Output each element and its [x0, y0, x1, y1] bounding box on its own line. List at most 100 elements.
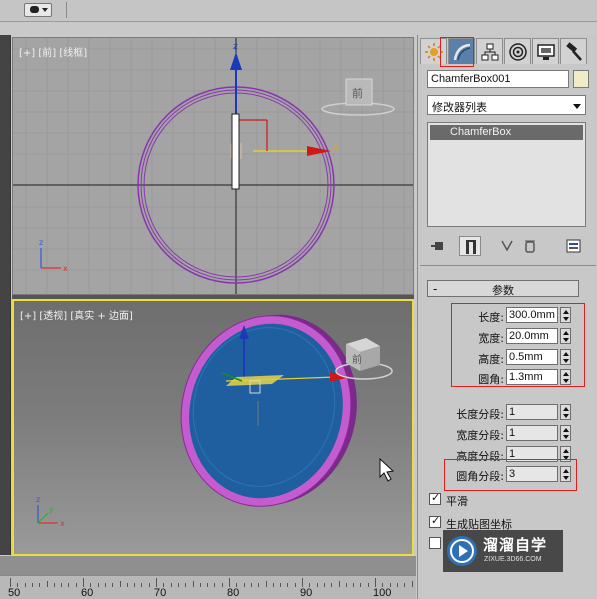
ruler-tick	[112, 583, 114, 587]
watermark-url: ZIXUE.3D66.COM	[484, 556, 542, 563]
length-segs-spinner[interactable]	[560, 404, 571, 420]
length-field[interactable]: 300.0mm	[506, 307, 558, 323]
fillet-field[interactable]: 1.3mm	[506, 369, 558, 385]
param-row-height-segs: 高度分段: 1	[418, 446, 597, 464]
param-row-fillet: 圆角: 1.3mm	[418, 369, 597, 387]
ruler-tick	[126, 583, 128, 587]
ruler-tick	[53, 583, 55, 587]
ruler-tick	[302, 578, 303, 587]
fillet-spinner[interactable]	[560, 369, 571, 385]
ruler-number: 100	[373, 587, 392, 599]
height-segs-spinner[interactable]	[560, 446, 571, 462]
viewport-label-perspective[interactable]: [+] [透视] [真实 + 边面]	[20, 307, 133, 322]
spinner-up-icon	[563, 331, 569, 335]
object-color-swatch[interactable]	[573, 70, 589, 88]
chevron-down-icon	[573, 104, 581, 109]
ruler-tick	[148, 583, 150, 587]
axis-y-label: y	[49, 505, 54, 514]
viewport-front-wireframe[interactable]: z x 前 z x [+] [前] [线框]	[12, 37, 414, 295]
gen-mapping-checkbox-row[interactable]: 生成贴图坐标	[429, 514, 597, 531]
tab-modify[interactable]	[448, 38, 475, 64]
length-segs-field[interactable]: 1	[506, 404, 558, 420]
viewport-label-front[interactable]: [+] [前] [线框]	[19, 44, 87, 59]
param-label: 长度:	[478, 311, 504, 324]
param-label: 圆角分段:	[456, 470, 504, 483]
utilities-hammer-icon	[566, 42, 582, 61]
snap-dropdown-button[interactable]	[24, 3, 52, 17]
param-label: 高度:	[478, 353, 504, 366]
ruler-number: 50	[8, 587, 21, 599]
axis-tripod: z x	[39, 238, 68, 273]
height-field[interactable]: 0.5mm	[506, 349, 558, 365]
height-spinner[interactable]	[560, 349, 571, 365]
viewport-perspective[interactable]: 前 z x y [+] [透视] [真实 + 边面]	[12, 299, 414, 556]
object-name-field[interactable]: ChamferBox001	[427, 70, 569, 88]
tab-utilities[interactable]	[560, 38, 587, 64]
gen-mapping-checkbox[interactable]	[429, 514, 441, 528]
spinner-up-icon	[563, 407, 569, 411]
remove-modifier-button[interactable]	[519, 236, 541, 256]
ruler-tick	[134, 583, 136, 587]
tab-hierarchy[interactable]	[476, 38, 503, 64]
ruler-tick	[192, 581, 194, 587]
tab-create[interactable]	[420, 38, 447, 64]
make-unique-icon	[501, 240, 513, 252]
ruler-tick	[294, 583, 296, 587]
width-field[interactable]: 20.0mm	[506, 328, 558, 344]
spinner-up-icon	[563, 352, 569, 356]
move-gizmo[interactable]: z x	[230, 42, 339, 190]
pin-stack-button[interactable]	[427, 236, 449, 256]
ruler-tick	[250, 583, 252, 587]
ruler-tick	[199, 583, 201, 587]
perspective-viewport-scene: 前 z x y	[36, 301, 395, 528]
command-panel: ChamferBox001 修改器列表 ChamferBox - 参数 长度: …	[417, 35, 597, 599]
axis-z-label: z	[36, 495, 40, 504]
width-segs-field[interactable]: 1	[506, 425, 558, 441]
modifier-list-dropdown[interactable]: 修改器列表	[427, 95, 586, 115]
fillet-segs-spinner[interactable]	[560, 466, 571, 482]
track-bar-ruler[interactable]: 50 60 70 80 90 100	[0, 575, 416, 599]
length-spinner[interactable]	[560, 307, 571, 323]
ruler-tick	[39, 583, 41, 587]
dropdown-glyph-icon	[30, 6, 39, 13]
time-slider[interactable]	[0, 556, 416, 575]
smooth-checkbox[interactable]	[429, 491, 441, 505]
stack-toolbar	[427, 236, 586, 256]
ruler-tick	[375, 578, 376, 587]
modifier-stack[interactable]: ChamferBox	[427, 122, 586, 227]
param-row-width: 宽度: 20.0mm	[418, 328, 597, 346]
rollout-title: 参数	[492, 284, 514, 297]
param-label: 宽度:	[478, 332, 504, 345]
top-toolbar	[0, 0, 597, 22]
make-unique-button[interactable]	[497, 236, 519, 256]
height-segs-field[interactable]: 1	[506, 446, 558, 462]
viewcube-face-label: 前	[352, 86, 363, 100]
axis-x-label: x	[60, 519, 65, 528]
param-label: 宽度分段:	[456, 429, 504, 442]
ruler-tick	[323, 583, 325, 587]
ruler-tick	[104, 583, 106, 587]
tab-display[interactable]	[532, 38, 559, 64]
modify-arc-icon	[453, 43, 471, 61]
chamferbox-shaded[interactable]	[160, 301, 378, 525]
width-spinner[interactable]	[560, 328, 571, 344]
pin-icon	[431, 242, 443, 250]
axis-z-label: z	[39, 238, 43, 247]
end-result-icon	[466, 240, 476, 254]
width-segs-spinner[interactable]	[560, 425, 571, 441]
mouse-cursor	[379, 457, 395, 482]
stack-item-chamferbox[interactable]: ChamferBox	[430, 125, 583, 140]
ruler-tick	[367, 583, 369, 587]
gizmo-z-label: z	[233, 42, 238, 52]
tab-motion[interactable]	[504, 38, 531, 64]
smooth-checkbox-row[interactable]: 平滑	[429, 491, 597, 508]
parameters-rollout-header[interactable]: - 参数	[427, 280, 579, 297]
spinner-down-icon	[563, 435, 569, 439]
spinner-down-icon	[563, 414, 569, 418]
extra-checkbox[interactable]	[429, 537, 441, 549]
ruler-tick	[411, 581, 413, 587]
trash-icon	[525, 240, 535, 253]
fillet-segs-field[interactable]: 3	[506, 466, 558, 482]
configure-sets-button[interactable]	[563, 236, 585, 256]
show-end-result-button[interactable]	[459, 236, 481, 256]
